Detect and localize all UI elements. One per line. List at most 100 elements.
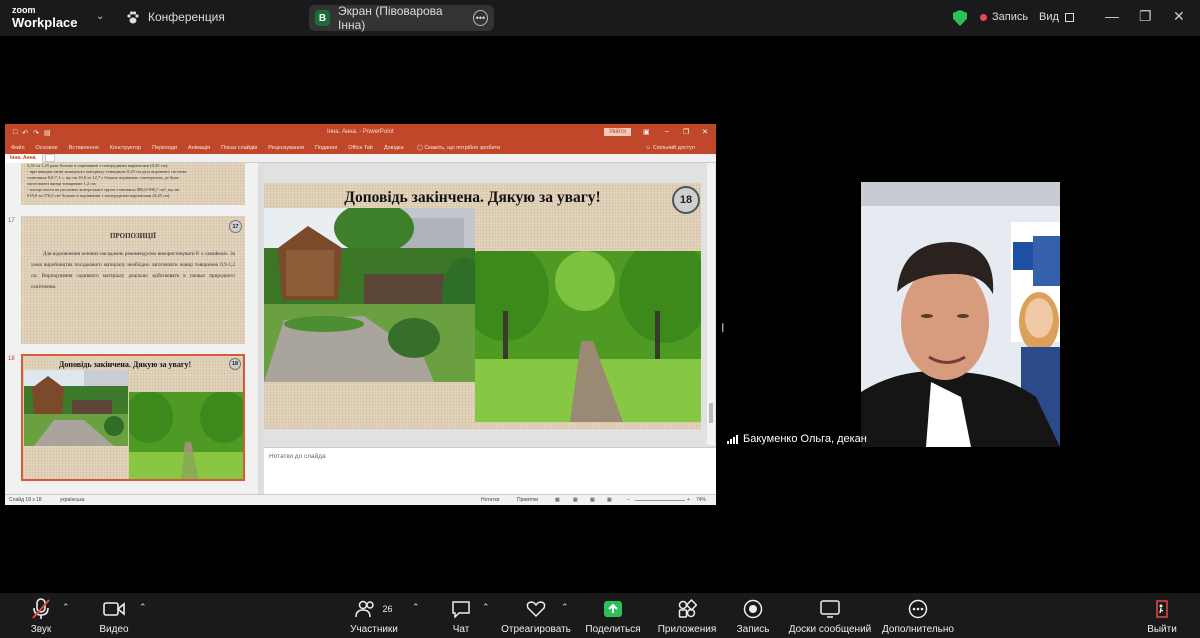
redo-icon[interactable]: ↷: [33, 129, 39, 137]
ribbon-tab[interactable]: Переходи: [152, 145, 177, 151]
participants-count: 26: [382, 604, 393, 614]
leave-icon: [1145, 598, 1179, 620]
zoom-in-icon[interactable]: +: [687, 497, 690, 503]
share-button[interactable]: Поделиться: [584, 598, 642, 635]
audio-options-caret[interactable]: ⌃: [62, 602, 70, 613]
alley-photo: [475, 251, 701, 422]
ribbon-tab[interactable]: Основне: [36, 145, 58, 151]
ribbon-tab[interactable]: Вставлення: [69, 145, 99, 151]
ppt-minimize-icon[interactable]: –: [665, 128, 669, 135]
leave-button[interactable]: Выйти: [1145, 598, 1179, 635]
mute-label: Звук: [30, 624, 52, 635]
document-tabbar: Інна. Анна.: [5, 153, 716, 163]
ribbon-tab[interactable]: Файл: [11, 145, 25, 151]
slide-thumbnail-18[interactable]: Доповідь закінчена. Дякую за увагу! 18: [21, 354, 245, 481]
scroll-thumb[interactable]: [709, 403, 713, 423]
minimize-icon[interactable]: —: [1105, 8, 1119, 24]
conference-button[interactable]: Конференция: [126, 10, 225, 24]
paw-icon: [127, 10, 139, 23]
zoom-out-icon[interactable]: –: [627, 497, 630, 503]
login-button[interactable]: Увійти: [604, 128, 632, 136]
share-access-button[interactable]: ☺ Спільний доступ: [646, 145, 706, 151]
splitter-handle[interactable]: ❙: [719, 322, 727, 344]
tell-me-search[interactable]: ◯ Скажіть, що потрібно зробити: [417, 145, 512, 151]
ribbon-tab[interactable]: Рецензування: [268, 145, 304, 151]
video-button[interactable]: Видео: [96, 598, 132, 635]
ribbon-tab[interactable]: Довідка: [384, 145, 404, 151]
powerpoint-body: 3,35 та 1,25 рази більше в порівнянні з …: [5, 163, 716, 494]
document-tab[interactable]: Інна. Анна.: [5, 153, 43, 163]
slide-thumbnail-17[interactable]: 17 ПРОПОЗИЦІЇ Для відновлення зелених на…: [21, 216, 245, 344]
record-button[interactable]: Запись: [733, 598, 773, 635]
present-icon[interactable]: ▤: [44, 129, 51, 137]
slide-thumbnail-16[interactable]: 3,35 та 1,25 рази більше в порівнянні з …: [21, 163, 245, 205]
slideshow-view-icon[interactable]: ▦: [607, 497, 612, 503]
slide-number-18: 18: [8, 356, 15, 362]
ppt-restore-icon[interactable]: ❐: [683, 128, 689, 136]
top-bar: zoom Workplace ⌄ Конференция В Экран (Пі…: [0, 0, 1200, 36]
participants-button[interactable]: 26 Участники: [346, 598, 402, 635]
camera-icon: [96, 598, 132, 620]
current-slide[interactable]: Доповідь закінчена. Дякую за увагу! 18: [264, 183, 701, 429]
recording-indicator[interactable]: Запись: [980, 11, 1028, 23]
quick-access-toolbar: □ ↶ ↷ ▤: [13, 129, 51, 137]
view-button[interactable]: Вид: [1039, 11, 1074, 23]
recording-label: Запись: [992, 11, 1029, 23]
slide16-text-line: 618,0 та 576,0 см² більше в порівнянні з…: [27, 193, 171, 198]
screen-share-pill[interactable]: В Экран (Півоварова Інна) •••: [309, 4, 494, 32]
powerpoint-titlebar: □ ↶ ↷ ▤ Інна. Анна. - PowerPoint Увійти …: [5, 124, 716, 142]
ribbon-tab[interactable]: Конструктор: [110, 145, 141, 151]
chevron-down-icon[interactable]: ⌄: [96, 11, 104, 22]
status-notes-button[interactable]: Нотатки: [481, 497, 499, 503]
chat-icon: [446, 598, 476, 620]
alley-photo-thumb: [129, 392, 243, 479]
whiteboards-button[interactable]: Доски сообщений: [787, 598, 873, 635]
ribbon-tab[interactable]: Показ слайдів: [221, 145, 257, 151]
reading-view-icon[interactable]: ▦: [590, 497, 595, 503]
record-label: Запись: [736, 624, 770, 635]
close-icon[interactable]: ✕: [1173, 8, 1185, 25]
save-icon[interactable]: □: [13, 129, 17, 137]
slide-editor: Доповідь закінчена. Дякую за увагу! 18 Н…: [264, 163, 716, 494]
participants-options-caret[interactable]: ⌃: [412, 602, 420, 613]
chat-options-caret[interactable]: ⌃: [482, 602, 490, 613]
sorter-view-icon[interactable]: ▦: [573, 497, 578, 503]
garden-photo-thumb: [24, 370, 128, 446]
ribbon-display-icon[interactable]: ▣: [643, 128, 650, 136]
participant-name-tag: Бакуменко Ольга, декан: [727, 433, 867, 445]
restore-icon[interactable]: ❐: [1139, 8, 1152, 25]
react-options-caret[interactable]: ⌃: [561, 602, 569, 613]
status-language[interactable]: українська: [60, 497, 85, 503]
new-tab-button[interactable]: [44, 154, 55, 162]
chat-button[interactable]: Чат: [446, 598, 476, 635]
record-icon: [733, 598, 773, 620]
whiteboards-label: Доски сообщений: [788, 624, 872, 635]
participant-video[interactable]: [861, 182, 1060, 447]
slide-number-badge: 18: [229, 358, 241, 370]
notes-pane[interactable]: Нотатки до слайда: [264, 447, 716, 494]
ribbon-tab[interactable]: Office Tab: [348, 145, 373, 151]
avatar: В: [315, 10, 331, 26]
slide-thumbnails-pane[interactable]: 3,35 та 1,25 рази більше в порівнянні з …: [5, 163, 258, 494]
status-comments-button[interactable]: Примітки: [517, 497, 538, 503]
ppt-close-icon[interactable]: ✕: [702, 128, 708, 136]
slide18-thumb-heading: Доповідь закінчена. Дякую за увагу!: [58, 360, 192, 369]
apps-button[interactable]: Приложения: [656, 598, 718, 635]
zoom-slider[interactable]: [635, 500, 685, 501]
slide-scrollbar[interactable]: [707, 163, 715, 445]
slide17-text: Для відновлення зелених насаджень рекоме…: [31, 251, 235, 290]
more-options-icon[interactable]: •••: [472, 10, 488, 26]
ribbon-tab[interactable]: Подання: [315, 145, 337, 151]
normal-view-icon[interactable]: ▦: [555, 497, 560, 503]
shield-icon[interactable]: [953, 10, 967, 26]
mute-button[interactable]: Звук: [24, 598, 58, 635]
video-options-caret[interactable]: ⌃: [139, 602, 147, 613]
undo-icon[interactable]: ↶: [22, 129, 28, 137]
more-button[interactable]: Дополнительно: [881, 598, 955, 635]
tell-me-label: Скажіть, що потрібно зробити: [424, 145, 501, 151]
zoom-percent[interactable]: 74%: [696, 497, 706, 503]
record-dot-icon: [980, 13, 987, 21]
slide17-heading: ПРОПОЗИЦІЇ: [109, 232, 157, 240]
ribbon-tab[interactable]: Анімація: [188, 145, 210, 151]
signal-strength-icon: [727, 434, 738, 444]
